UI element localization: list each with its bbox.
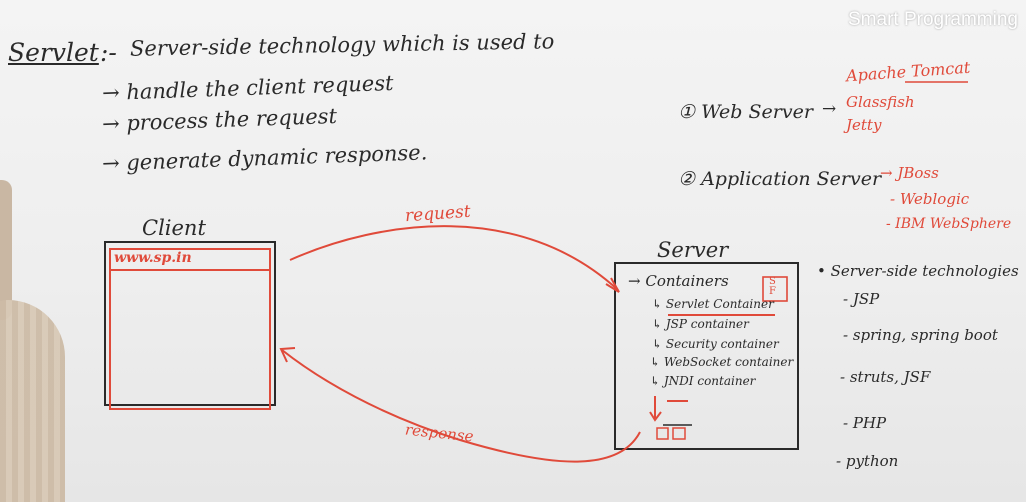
- client-box: [104, 241, 276, 406]
- server-label: Server: [657, 238, 729, 262]
- request-arrow: [289, 225, 619, 291]
- servlet-container-item: ↳ Servlet Container: [652, 297, 774, 311]
- tech-struts: - struts, JSF: [840, 368, 931, 386]
- web-server-glassfish: Glassfish: [846, 93, 915, 111]
- containers-heading: → Containers: [628, 272, 729, 290]
- app-server-websphere: - IBM WebSphere: [886, 216, 1012, 232]
- jsp-container-item: ↳ JSP container: [652, 317, 749, 331]
- whiteboard: Smart Programming Servlet :- Server-side…: [0, 0, 1026, 502]
- server-down-arrow: [649, 396, 662, 422]
- jndi-container-item: ↳ JNDI container: [650, 374, 756, 388]
- tech-php: - PHP: [843, 414, 887, 432]
- websocket-container-item: ↳ WebSocket container: [650, 355, 794, 369]
- response-arrow: [281, 349, 641, 463]
- tech-spring: - spring, spring boot: [843, 326, 998, 344]
- web-server-label: ① Web Server: [678, 101, 813, 123]
- client-label: Client: [142, 216, 206, 240]
- client-inner-frame: [109, 248, 271, 410]
- tech-python: - python: [836, 452, 899, 470]
- security-container-item: ↳ Security container: [652, 337, 779, 351]
- client-url: www.sp.in: [114, 250, 192, 266]
- tech-heading: • Server-side technologies: [817, 262, 1019, 280]
- server-small-box-1: [656, 427, 669, 440]
- web-server-jetty: Jetty: [846, 116, 882, 134]
- app-server-weblogic: - Weblogic: [890, 190, 970, 208]
- web-server-arrow: →: [822, 99, 837, 119]
- tech-jsp: - JSP: [843, 290, 880, 308]
- server-small-box-2: [672, 427, 686, 440]
- app-server-jboss: → JBoss: [880, 164, 939, 182]
- sf-label: S F: [769, 276, 776, 297]
- app-server-label: ② Application Server: [678, 168, 882, 190]
